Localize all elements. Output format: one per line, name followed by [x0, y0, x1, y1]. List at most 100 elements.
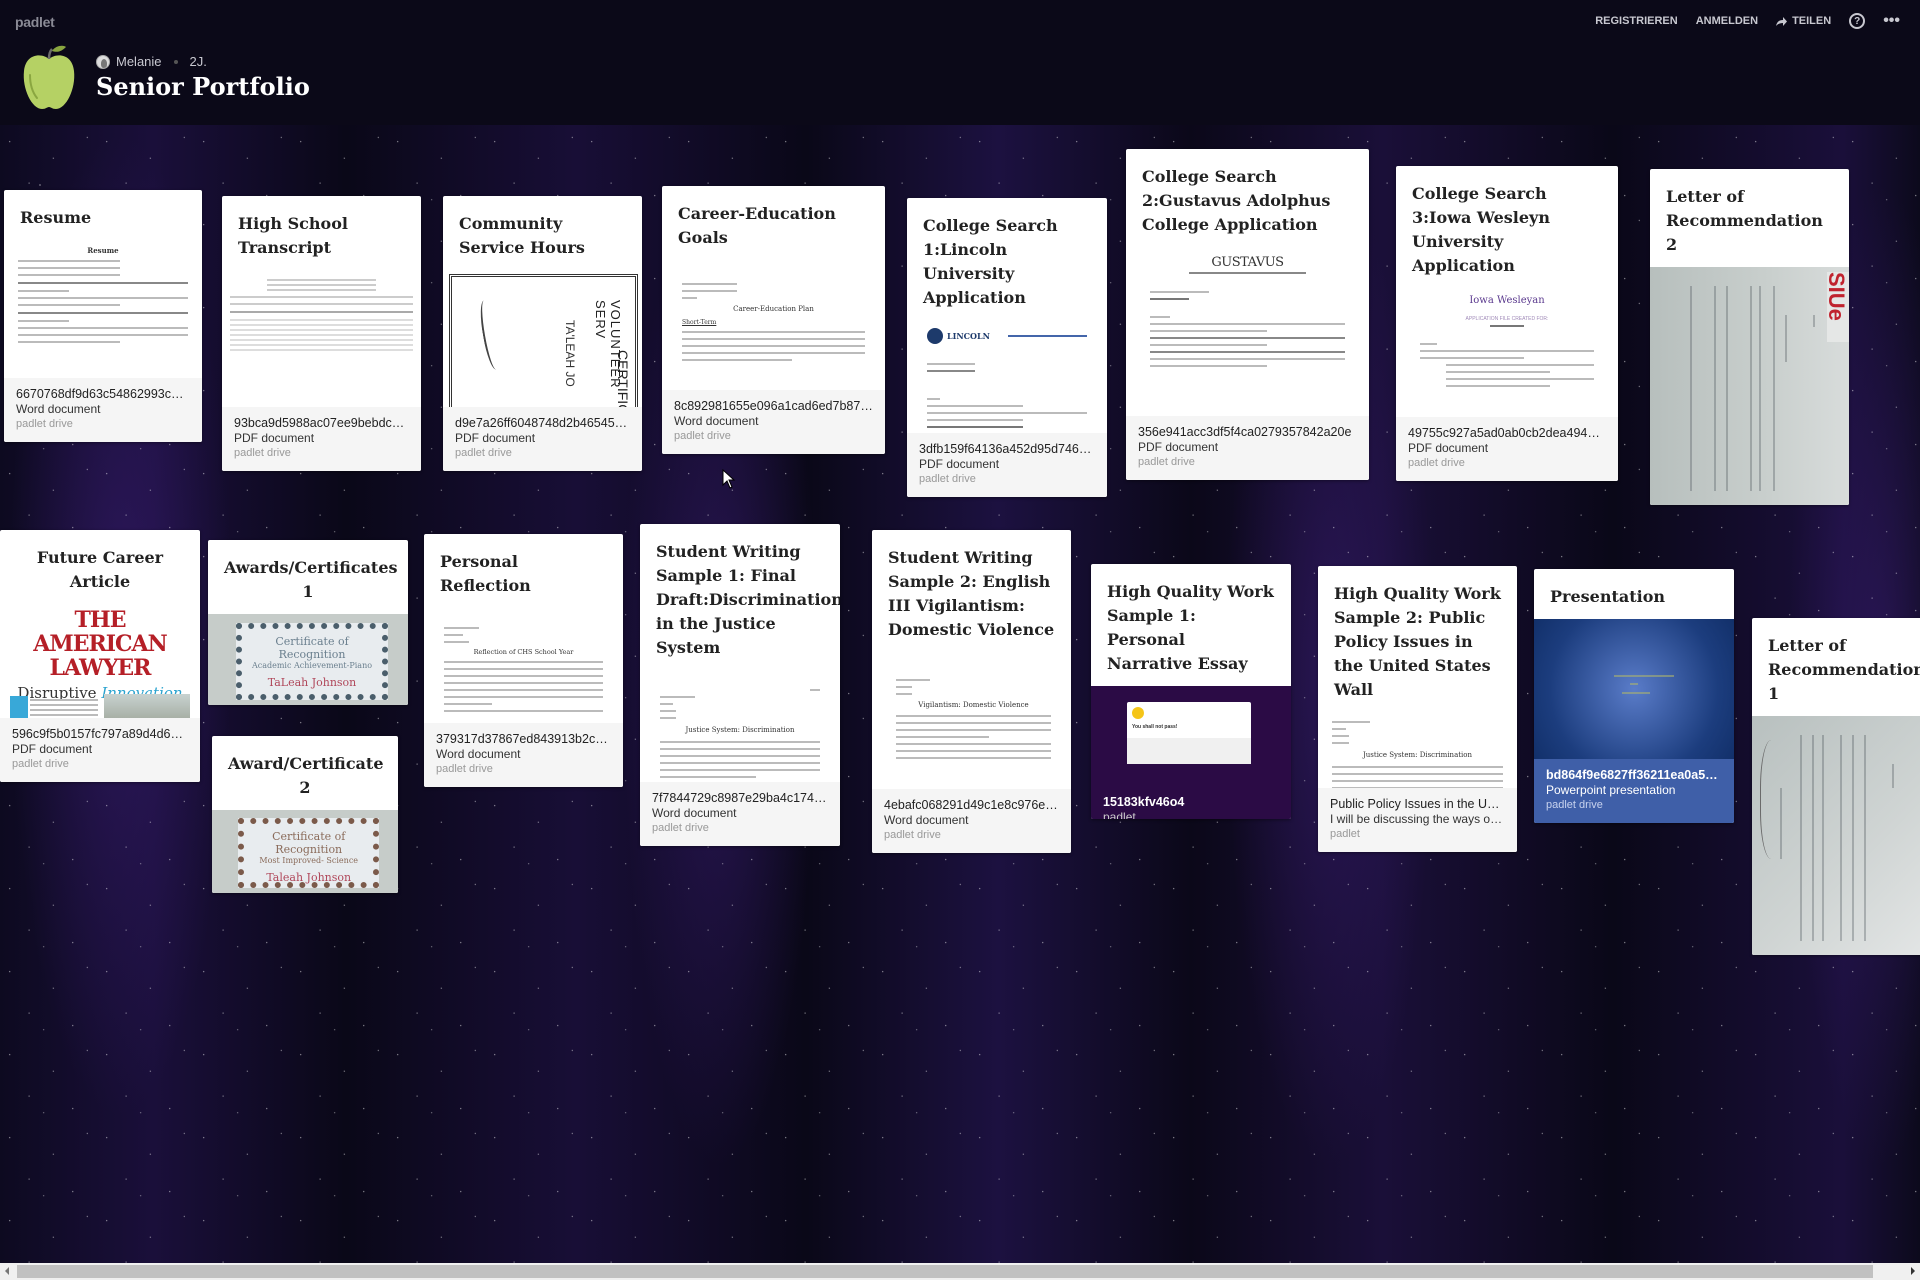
- attachment-info[interactable]: 356e941acc3df5f4ca0279357842a20e PDF doc…: [1126, 416, 1369, 480]
- iowa-logo: Iowa Wesleyan: [1469, 295, 1545, 306]
- attachment-info[interactable]: 596c9f5b0157fc797a89d4d6e… PDF document …: [0, 718, 200, 782]
- login-button[interactable]: ANMELDEN: [1696, 15, 1758, 27]
- attachment-info[interactable]: d9e7a26ff6048748d2b46545d… PDF document …: [443, 407, 642, 471]
- author-meta: Melanie 2J.: [96, 54, 207, 69]
- document-preview[interactable]: Career-Education Plan Short-Term: [662, 260, 885, 390]
- attachment-info[interactable]: 49755c927a5ad0ab0cb2dea4943… PDF documen…: [1396, 417, 1618, 481]
- document-preview[interactable]: Iowa Wesleyan APPLICATION FILE CREATED F…: [1396, 288, 1618, 417]
- scroll-right-arrow-icon[interactable]: [1911, 1267, 1915, 1275]
- lincoln-logo: LINCOLN: [947, 331, 990, 341]
- post-card[interactable]: College Search 3:Iowa Wesleyn University…: [1396, 166, 1618, 481]
- post-card[interactable]: Resume Resume 6670768df9d63c54862993c7… …: [4, 190, 202, 442]
- attachment-info[interactable]: 15183kfv46o4 padlet: [1091, 786, 1291, 819]
- post-card[interactable]: Future Career Article THE AMERICAN LAWYE…: [0, 530, 200, 782]
- document-preview[interactable]: Justice System: Discrimination: [1318, 712, 1517, 788]
- attachment-type: PDF document: [12, 742, 93, 756]
- padlet-preview[interactable]: You shall not pass!: [1091, 686, 1291, 786]
- attachment-info[interactable]: bd864f9e6827ff36211ea0a5b… Powerpoint pr…: [1534, 759, 1734, 823]
- post-title: Future Career Article: [36, 548, 164, 591]
- gustavus-logo: GUSTAVUS: [1211, 255, 1284, 270]
- post-title: Award/Certificate 2: [228, 754, 384, 797]
- post-card[interactable]: College Search 1:Lincoln University Appl…: [907, 198, 1107, 497]
- presentation-preview[interactable]: [1534, 619, 1734, 759]
- document-preview[interactable]: LINCOLN: [907, 320, 1107, 433]
- document-preview[interactable]: Justice System: Discrimination: [640, 670, 840, 782]
- post-title: High School Transcript: [238, 214, 348, 257]
- register-button[interactable]: REGISTRIEREN: [1595, 15, 1678, 27]
- certificate-photo-preview[interactable]: Certificate of Recognition Academic Achi…: [208, 614, 408, 705]
- attachment-source: padlet drive: [1138, 456, 1195, 468]
- preview-heading: Career-Education Plan: [733, 305, 814, 313]
- letter-photo-preview[interactable]: [1752, 716, 1920, 955]
- post-card[interactable]: College Search 2:Gustavus Adolphus Colle…: [1126, 149, 1369, 480]
- post-card[interactable]: High Quality Work Sample 2: Public Polic…: [1318, 566, 1517, 852]
- article-preview[interactable]: THE AMERICAN LAWYER Disruptive Innovatio…: [0, 604, 200, 718]
- horizontal-scrollbar[interactable]: [0, 1263, 1920, 1280]
- attachment-source: padlet drive: [674, 430, 731, 442]
- attachment-info[interactable]: 7f7844729c8987e29ba4c174… Word document …: [640, 782, 840, 846]
- attachment-type: Word document: [652, 806, 737, 820]
- post-title: High Quality Work Sample 2: Public Polic…: [1334, 584, 1501, 699]
- attachment-title: 8c892981655e096a1cad6ed7b870…: [674, 399, 873, 413]
- author-name[interactable]: Melanie: [116, 54, 162, 69]
- scroll-left-arrow-icon[interactable]: [5, 1267, 9, 1275]
- avatar[interactable]: [96, 54, 110, 69]
- post-title: Personal Reflection: [440, 552, 531, 595]
- attachment-info[interactable]: 379317d37867ed843913b2c9… Word document …: [424, 723, 623, 787]
- more-options-icon[interactable]: •••: [1883, 13, 1900, 29]
- attachment-info[interactable]: 4ebafc068291d49c1e8c976e2… Word document…: [872, 789, 1071, 853]
- attachment-type: PDF document: [1408, 441, 1489, 455]
- attachment-info[interactable]: 8c892981655e096a1cad6ed7b870… Word docum…: [662, 390, 885, 454]
- post-card[interactable]: Personal Reflection Reflection of CHS Sc…: [424, 534, 623, 787]
- post-card[interactable]: High Quality Work Sample 1: Personal Nar…: [1091, 564, 1291, 819]
- certificate-title: Certificate of Recognition: [275, 635, 349, 662]
- share-label: TEILEN: [1792, 15, 1832, 27]
- post-card[interactable]: Student Writing Sample 1: Final Draft:Di…: [640, 524, 840, 846]
- post-card[interactable]: Career-Education Goals Career-Education …: [662, 186, 885, 454]
- scrollbar-thumb[interactable]: [17, 1265, 1873, 1278]
- attachment-source: padlet drive: [919, 473, 976, 485]
- document-preview[interactable]: [222, 270, 421, 407]
- preview-heading: Justice System: Discrimination: [685, 726, 795, 734]
- preview-heading: Vigilantism: Domestic Violence: [918, 701, 1029, 709]
- share-button[interactable]: TEILEN: [1776, 15, 1831, 27]
- post-card[interactable]: Letter of Recommendation 2 SIUe: [1650, 169, 1849, 505]
- apple-icon: [23, 45, 75, 109]
- certificate-subtitle: Academic Achievement-Piano: [251, 661, 373, 671]
- attachment-source: padlet drive: [436, 763, 493, 775]
- post-card[interactable]: Student Writing Sample 2: English III Vi…: [872, 530, 1071, 853]
- attachment-title: 93bca9d5988ac07ee9bebdc1…: [234, 416, 409, 430]
- attachment-info[interactable]: 93bca9d5988ac07ee9bebdc1… PDF document p…: [222, 407, 421, 471]
- post-card[interactable]: Letter of Recommendation 1: [1752, 618, 1920, 955]
- post-card[interactable]: Awards/Certificates 1 Certificate of Rec…: [208, 540, 408, 705]
- padlet-logo[interactable]: padlet: [15, 14, 55, 30]
- help-icon[interactable]: ?: [1849, 13, 1866, 29]
- certificate-photo-preview[interactable]: Certificate of Recognition Most Improved…: [212, 810, 398, 893]
- document-preview[interactable]: Vigilantism: Domestic Violence: [872, 652, 1071, 789]
- post-card[interactable]: Community Service Hours VOLUNTEER SERV T…: [443, 196, 642, 471]
- attachment-type: Word document: [436, 747, 521, 761]
- post-card[interactable]: High School Transcript 93bca9d5988ac07ee…: [222, 196, 421, 471]
- document-preview[interactable]: Resume: [4, 240, 202, 378]
- preview-heading: Reflection of CHS School Year: [473, 648, 574, 656]
- attachment-type: Word document: [884, 813, 969, 827]
- letter-photo-preview[interactable]: SIUe: [1650, 267, 1849, 505]
- lawyer-masthead: THE AMERICAN LAWYER: [33, 607, 167, 681]
- certificate-name: Taleah Johnson: [266, 871, 352, 885]
- post-title: Letter of Recommendation 2: [1666, 187, 1823, 254]
- attachment-info[interactable]: 6670768df9d63c54862993c7… Word document …: [4, 378, 202, 442]
- post-card[interactable]: Award/Certificate 2 Certificate of Recog…: [212, 736, 398, 893]
- attachment-info[interactable]: Public Policy Issues in the Uni… I will …: [1318, 788, 1517, 852]
- padlet-coin-icon: [1132, 707, 1144, 719]
- certificate-preview[interactable]: VOLUNTEER SERV TA'LEAH JO CERTIFIC: [443, 270, 642, 407]
- attachment-source: padlet drive: [1408, 457, 1465, 469]
- document-preview[interactable]: Reflection of CHS School Year: [424, 608, 623, 723]
- post-title: College Search 2:Gustavus Adolphus Colle…: [1142, 167, 1331, 234]
- iowa-created-label: APPLICATION FILE CREATED FOR:: [1465, 316, 1549, 322]
- attachment-title: 356e941acc3df5f4ca0279357842a20e: [1138, 425, 1352, 439]
- attachment-info[interactable]: 3dfb159f64136a452d95d7461… PDF document …: [907, 433, 1107, 497]
- post-title: Resume: [20, 208, 92, 227]
- top-nav: REGISTRIEREN ANMELDEN TEILEN ? •••: [1595, 13, 1900, 29]
- document-preview[interactable]: GUSTAVUS: [1126, 247, 1369, 416]
- post-card[interactable]: Presentation bd864f9e6827ff36211ea0a5b… …: [1534, 569, 1734, 823]
